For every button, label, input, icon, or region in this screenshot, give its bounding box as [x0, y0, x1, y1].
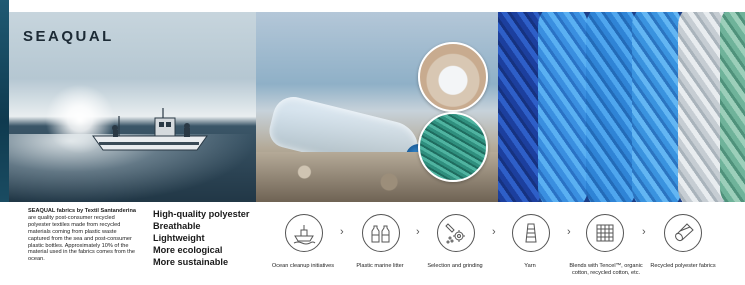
yarn-skein [720, 12, 745, 202]
step-label: Recycled polyester fabrics [650, 263, 716, 269]
step-label: Ocean cleanup initiatives [271, 263, 335, 269]
yarn-spool-icon [512, 214, 550, 252]
yarn-skein [586, 12, 636, 202]
yarn-skeins-photo [498, 12, 745, 202]
chevron-right-icon: › [642, 226, 646, 238]
fabric-grid-icon [586, 214, 624, 252]
step-label: Selection and grinding [427, 263, 483, 269]
photo-strip: SEAQUAL [0, 0, 745, 202]
chevron-right-icon: › [492, 226, 496, 238]
bottles-icon [362, 214, 400, 252]
description-text: are quality post-consumer recycled polye… [28, 214, 135, 263]
green-fibre-inset [418, 112, 488, 182]
benefit-item: High-quality polyester [153, 209, 250, 219]
fishing-boat-icon [92, 108, 208, 151]
chevron-right-icon: › [416, 226, 420, 238]
fishing-boat-photo: SEAQUAL [9, 12, 256, 202]
benefit-item: More sustainable [153, 257, 229, 267]
fabric-description: SEAQUAL fabrics by Textil Santanderina a… [28, 208, 136, 263]
boat-icon [285, 214, 323, 252]
benefit-item: More ecological [153, 245, 223, 255]
benefit-item: Breathable [153, 221, 201, 231]
benefit-item: Lightweight [153, 233, 205, 243]
chevron-right-icon: › [567, 226, 571, 238]
yarn-skein [538, 12, 588, 202]
description-brand: SEAQUAL fabrics by Textil Santanderina [28, 208, 136, 214]
fabric-roll-icon [664, 214, 702, 252]
yarn-skein [498, 12, 542, 202]
step-label: Blends with Tencel™, organic cotton, rec… [569, 263, 643, 276]
brand-logo: SEAQUAL [23, 28, 114, 45]
grinding-icon [437, 214, 475, 252]
step-label: Yarn [524, 263, 536, 269]
edge-texture [0, 0, 9, 202]
benefits-list: High-quality polyester Breathable Lightw… [153, 208, 249, 268]
plastic-bottle-photo [256, 12, 498, 202]
chevron-right-icon: › [340, 226, 344, 238]
plastic-flakes-inset [418, 42, 488, 112]
yarn-skein [632, 12, 682, 202]
step-label: Plastic marine litter [356, 263, 404, 269]
